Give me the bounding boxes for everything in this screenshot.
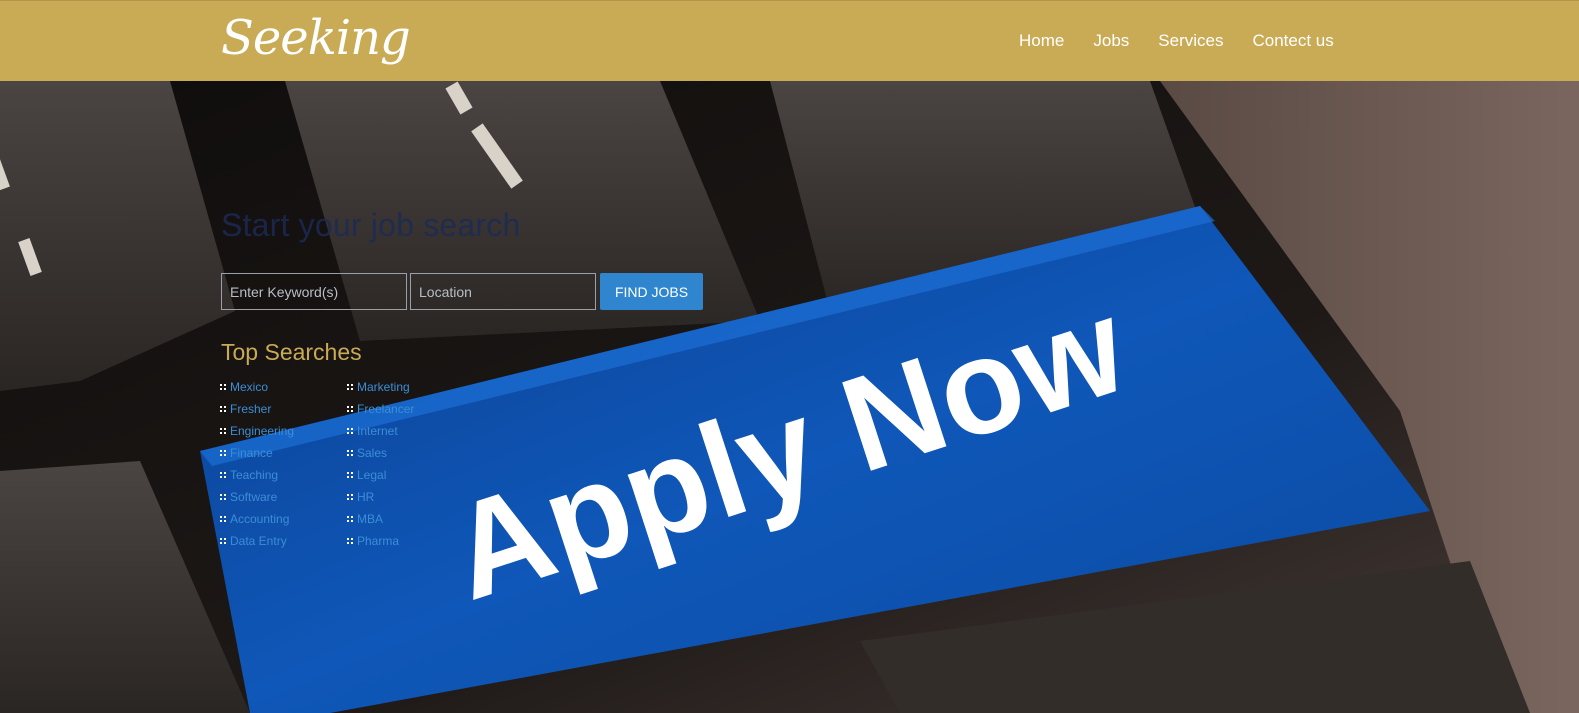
top-search-link[interactable]: Teaching [220, 464, 294, 486]
nav-services[interactable]: Services [1158, 31, 1223, 51]
top-search-link[interactable]: Accounting [220, 508, 294, 530]
main-nav: Home Jobs Services Contect us [1019, 31, 1334, 51]
top-search-link[interactable]: Legal [347, 464, 414, 486]
top-search-link[interactable]: Engineering [220, 420, 294, 442]
bullet-icon [347, 384, 353, 390]
find-jobs-button[interactable]: FIND JOBS [600, 273, 703, 310]
search-heading: Start your job search [221, 207, 521, 243]
site-header: Seeking Home Jobs Services Contect us [0, 0, 1579, 81]
bullet-icon [220, 384, 226, 390]
top-searches-title: Top Searches [221, 339, 362, 365]
top-search-link[interactable]: MBA [347, 508, 414, 530]
bullet-icon [220, 406, 226, 412]
keyword-input[interactable] [221, 273, 407, 310]
bullet-icon [347, 450, 353, 456]
bullet-icon [220, 450, 226, 456]
top-search-link[interactable]: Sales [347, 442, 414, 464]
bullet-icon [220, 538, 226, 544]
site-logo[interactable]: Seeking [221, 9, 411, 67]
bullet-icon [220, 516, 226, 522]
top-search-link[interactable]: Freelancer [347, 398, 414, 420]
bullet-icon [220, 472, 226, 478]
bullet-icon [347, 472, 353, 478]
top-search-link[interactable]: Internet [347, 420, 414, 442]
top-search-link[interactable]: Pharma [347, 530, 414, 552]
bullet-icon [347, 538, 353, 544]
top-search-link[interactable]: Software [220, 486, 294, 508]
nav-home[interactable]: Home [1019, 31, 1064, 51]
top-search-link[interactable]: Fresher [220, 398, 294, 420]
top-searches-column-1: Mexico Fresher Engineering Finance Teach… [220, 376, 294, 552]
bullet-icon [347, 494, 353, 500]
bullet-icon [220, 428, 226, 434]
top-search-link[interactable]: Mexico [220, 376, 294, 398]
top-search-link[interactable]: Data Entry [220, 530, 294, 552]
bullet-icon [347, 428, 353, 434]
nav-contact[interactable]: Contect us [1252, 31, 1333, 51]
bullet-icon [347, 516, 353, 522]
top-searches-column-2: Marketing Freelancer Internet Sales Lega… [347, 376, 414, 552]
top-search-link[interactable]: HR [347, 486, 414, 508]
bullet-icon [347, 406, 353, 412]
bullet-icon [220, 494, 226, 500]
nav-jobs[interactable]: Jobs [1093, 31, 1129, 51]
top-search-link[interactable]: Finance [220, 442, 294, 464]
location-input[interactable] [410, 273, 596, 310]
top-search-link[interactable]: Marketing [347, 376, 414, 398]
